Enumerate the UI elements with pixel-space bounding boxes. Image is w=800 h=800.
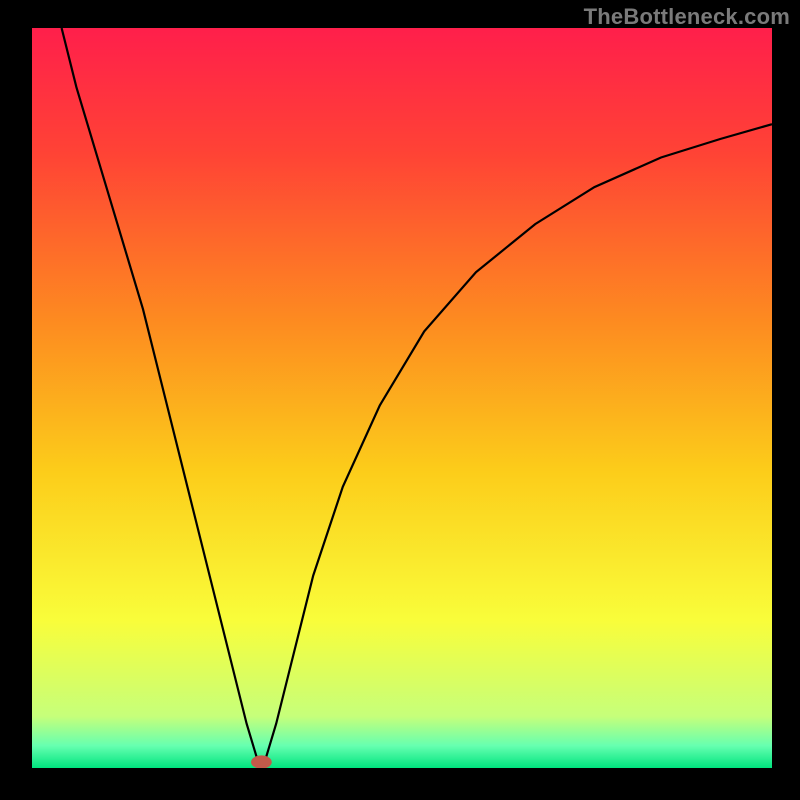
- bottleneck-chart: [32, 28, 772, 768]
- watermark-text: TheBottleneck.com: [584, 4, 790, 30]
- chart-background: [32, 28, 772, 768]
